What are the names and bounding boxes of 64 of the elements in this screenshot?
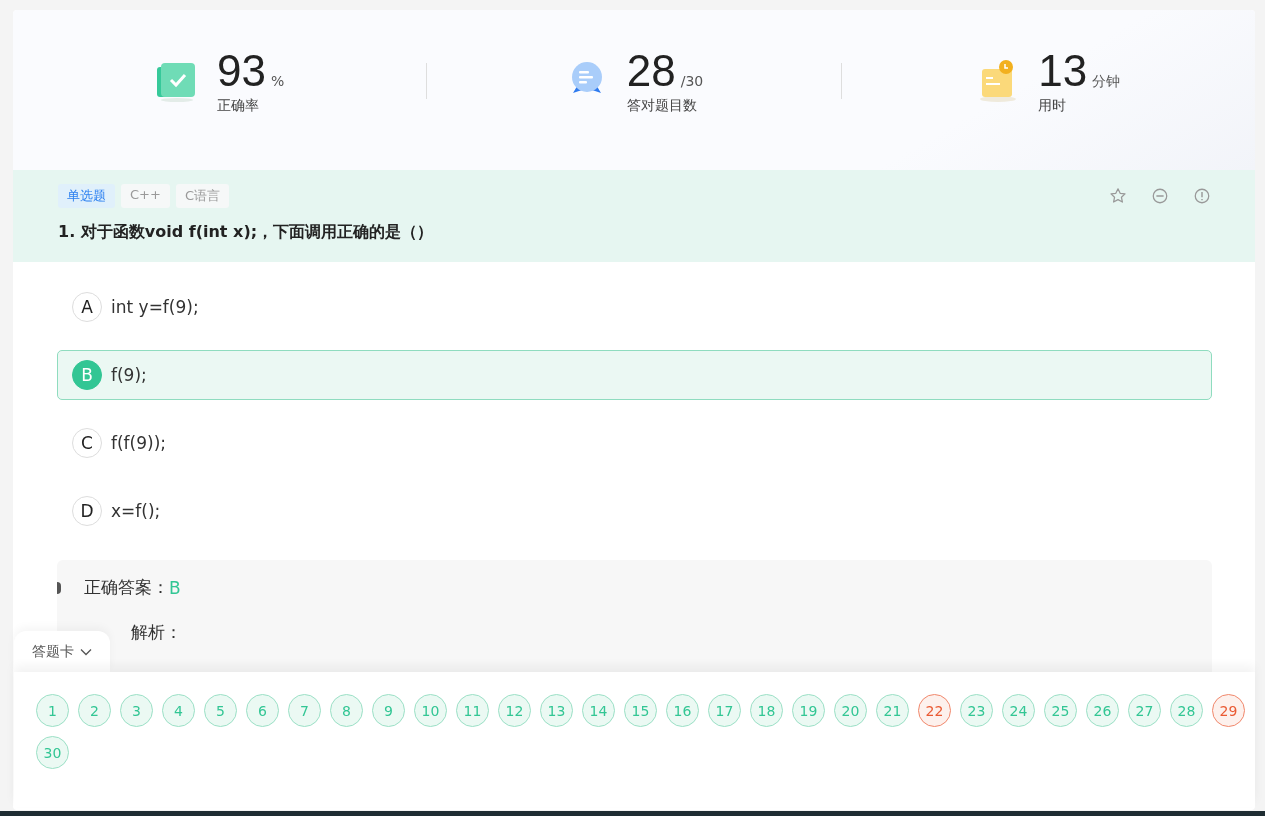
question-number-button[interactable]: 29 bbox=[1212, 694, 1245, 727]
question-number-button[interactable]: 4 bbox=[162, 694, 195, 727]
answer-label: 正确答案： bbox=[84, 576, 169, 599]
minus-circle-icon[interactable] bbox=[1151, 187, 1169, 205]
question-number-button[interactable]: 23 bbox=[960, 694, 993, 727]
option-letter: D bbox=[72, 496, 102, 526]
stat-unit: /30 bbox=[680, 73, 704, 89]
tag: C语言 bbox=[175, 184, 229, 208]
answer-option[interactable]: A int y=f(9); bbox=[57, 282, 1212, 332]
option-letter: C bbox=[72, 428, 102, 458]
option-text: f(9); bbox=[111, 365, 147, 385]
question-number-button[interactable]: 25 bbox=[1044, 694, 1077, 727]
stat-label: 正确率 bbox=[217, 97, 261, 115]
question-number-button[interactable]: 11 bbox=[456, 694, 489, 727]
question-number-button[interactable]: 8 bbox=[330, 694, 363, 727]
stat-value: 13 bbox=[1038, 47, 1088, 95]
question-number-button[interactable]: 27 bbox=[1128, 694, 1161, 727]
question-number-button[interactable]: 7 bbox=[288, 694, 321, 727]
question-number-button[interactable]: 20 bbox=[834, 694, 867, 727]
question-number-button[interactable]: 16 bbox=[666, 694, 699, 727]
question-number-button[interactable]: 9 bbox=[372, 694, 405, 727]
question-number-button[interactable]: 14 bbox=[582, 694, 615, 727]
question-number-button[interactable]: 17 bbox=[708, 694, 741, 727]
answer-option[interactable]: C f(f(9)); bbox=[57, 418, 1212, 468]
option-letter: A bbox=[72, 292, 102, 322]
question-number-button[interactable]: 15 bbox=[624, 694, 657, 727]
question-number-button[interactable]: 26 bbox=[1086, 694, 1119, 727]
option-text: int y=f(9); bbox=[111, 297, 199, 317]
question-number-button[interactable]: 1 bbox=[36, 694, 69, 727]
analysis-label: 解析： bbox=[131, 622, 182, 642]
question-number-button[interactable]: 13 bbox=[540, 694, 573, 727]
answer-card-tab[interactable]: 答题卡 bbox=[14, 631, 110, 672]
star-icon[interactable] bbox=[1109, 187, 1127, 205]
chevron-down-icon bbox=[80, 647, 92, 656]
question-number-button[interactable]: 19 bbox=[792, 694, 825, 727]
question-number-button[interactable]: 28 bbox=[1170, 694, 1203, 727]
question-number-button[interactable]: 2 bbox=[78, 694, 111, 727]
question-number-button[interactable]: 5 bbox=[204, 694, 237, 727]
stat-unit: % bbox=[271, 73, 285, 89]
stat-value: 28 bbox=[626, 47, 676, 95]
marker-icon bbox=[57, 581, 61, 594]
stat-unit: 分钟 bbox=[1092, 73, 1121, 91]
question-number-button[interactable]: 24 bbox=[1002, 694, 1035, 727]
option-text: x=f(); bbox=[111, 501, 161, 521]
question-number-button[interactable]: 22 bbox=[918, 694, 951, 727]
question-number-button[interactable]: 12 bbox=[498, 694, 531, 727]
question-number-button[interactable]: 10 bbox=[414, 694, 447, 727]
question-number-button[interactable]: 18 bbox=[750, 694, 783, 727]
question-number-button[interactable]: 30 bbox=[36, 736, 69, 769]
option-letter: B bbox=[72, 360, 102, 390]
answer-option[interactable]: B f(9); bbox=[57, 350, 1212, 400]
question-number-button[interactable]: 21 bbox=[876, 694, 909, 727]
question-title: 1. 对于函数void f(int x);，下面调用正确的是（） bbox=[58, 222, 435, 243]
exclamation-circle-icon[interactable] bbox=[1193, 187, 1211, 205]
option-text: f(f(9)); bbox=[111, 433, 167, 453]
answer-option[interactable]: D x=f(); bbox=[57, 486, 1212, 536]
question-number-button[interactable]: 6 bbox=[246, 694, 279, 727]
stat-value: 93 bbox=[217, 47, 266, 95]
answer-value: B bbox=[169, 577, 181, 598]
stat-label: 用时 bbox=[1038, 97, 1068, 115]
tag: C++ bbox=[121, 184, 170, 208]
question-number-button[interactable]: 3 bbox=[120, 694, 153, 727]
tag: 单选题 bbox=[58, 184, 115, 208]
stat-label: 答对题目数 bbox=[626, 97, 698, 115]
